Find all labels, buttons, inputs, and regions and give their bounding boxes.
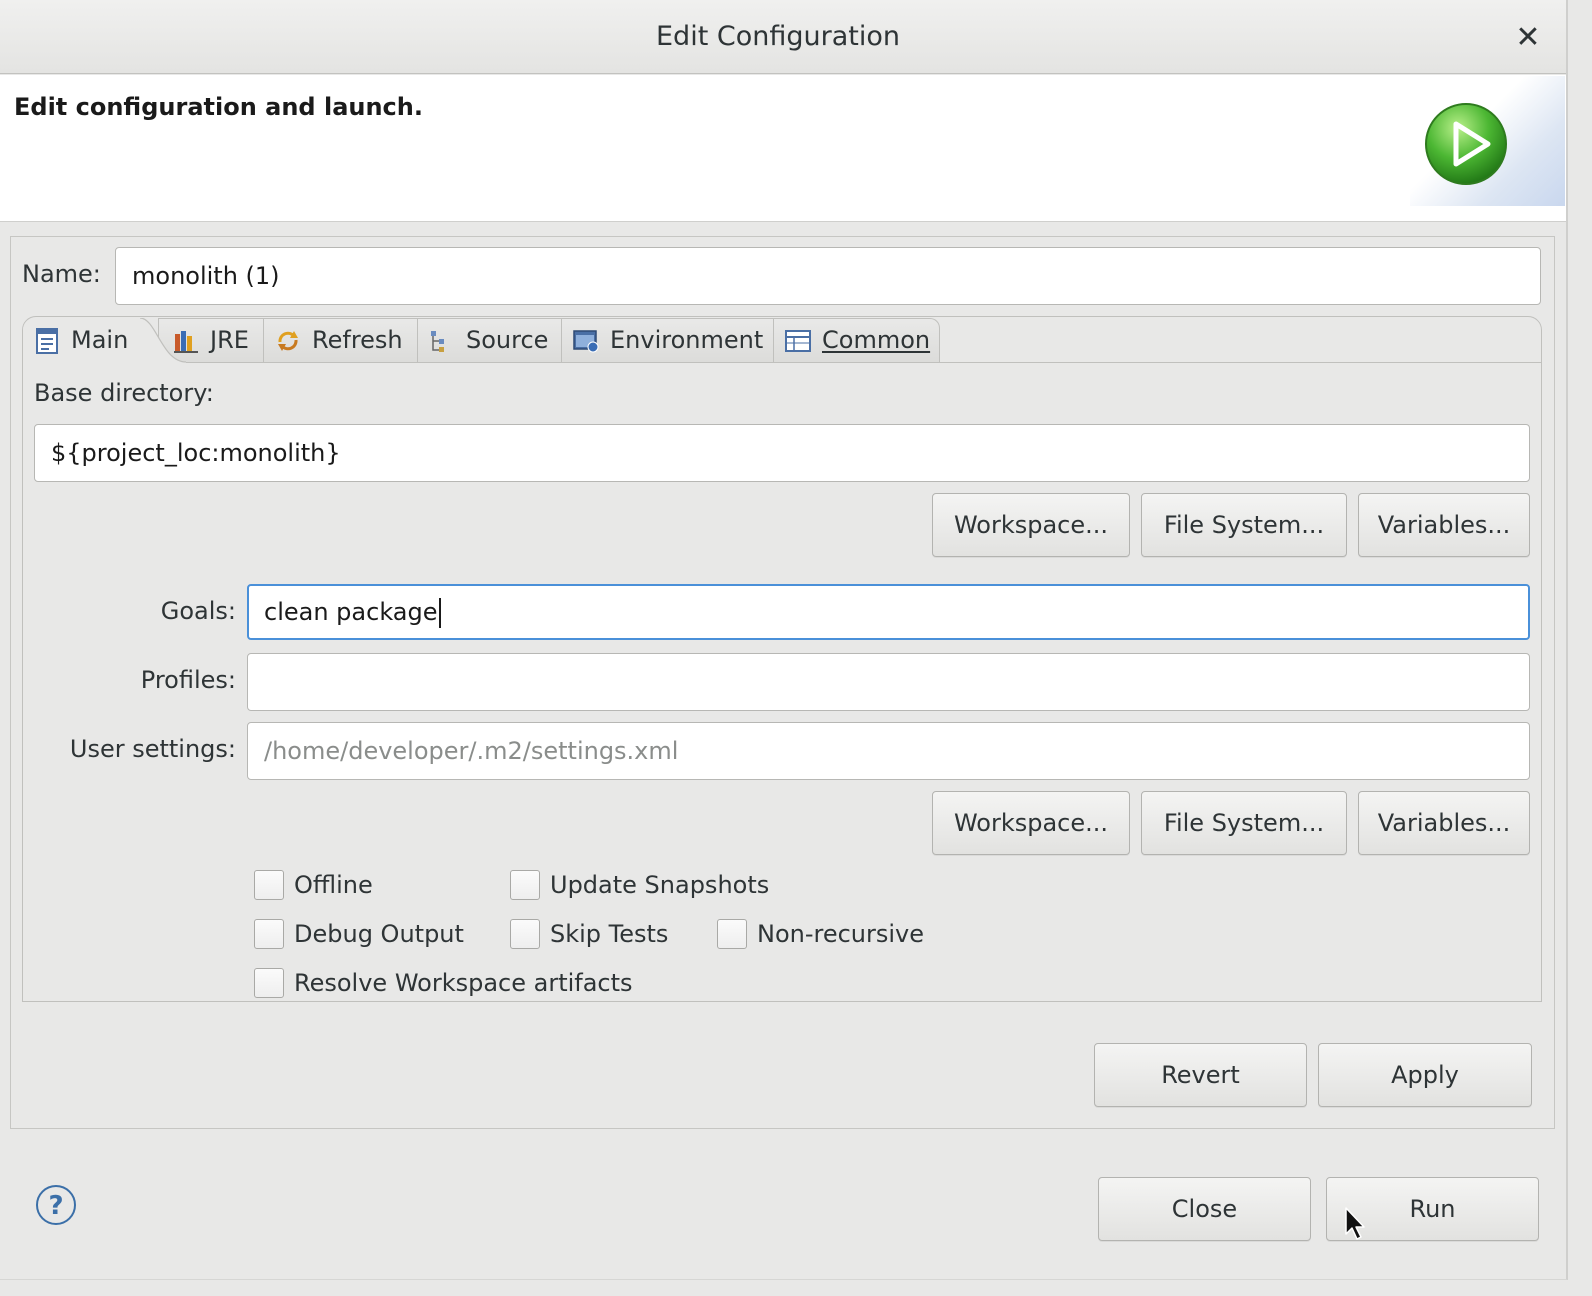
apply-button[interactable]: Apply <box>1318 1043 1532 1107</box>
tab-main[interactable]: Main <box>23 318 145 364</box>
base-filesystem-button[interactable]: File System... <box>1141 493 1347 557</box>
non-recursive-label: Non-recursive <box>757 920 925 948</box>
source-icon <box>431 331 444 352</box>
tab-main-edge <box>140 318 186 363</box>
skip-tests-label: Skip Tests <box>550 920 669 948</box>
run-play-icon <box>1425 103 1507 185</box>
name-field[interactable]: monolith (1) <box>115 247 1541 305</box>
settings-variables-button[interactable]: Variables... <box>1358 791 1530 855</box>
profiles-field[interactable] <box>247 653 1530 711</box>
base-directory-label: Base directory: <box>34 379 214 407</box>
mouse-pointer-icon <box>1345 1207 1365 1240</box>
goals-label: Goals: <box>160 597 236 625</box>
profiles-label: Profiles: <box>140 666 236 694</box>
tab-jre-label: JRE <box>210 326 249 354</box>
tab-common-label: Common <box>822 326 931 354</box>
banner-message: Edit configuration and launch. <box>14 93 423 121</box>
name-label: Name: <box>22 260 101 288</box>
resolve-workspace-checkbox[interactable] <box>254 968 284 998</box>
resolve-workspace-label: Resolve Workspace artifacts <box>294 969 633 997</box>
environment-icon <box>573 330 599 353</box>
revert-button[interactable]: Revert <box>1094 1043 1307 1107</box>
main-tab-icon <box>36 328 58 354</box>
base-workspace-button[interactable]: Workspace... <box>932 493 1130 557</box>
base-variables-button[interactable]: Variables... <box>1358 493 1530 557</box>
tab-main-label: Main <box>71 326 129 354</box>
update-snapshots-label: Update Snapshots <box>550 871 770 899</box>
non-recursive-checkbox[interactable] <box>717 919 747 949</box>
common-icon <box>785 330 811 352</box>
tab-common[interactable]: Common <box>774 318 940 363</box>
user-settings-field[interactable]: /home/developer/.m2/settings.xml <box>247 722 1530 780</box>
window-title: Edit Configuration <box>656 21 900 52</box>
close-button[interactable]: Close <box>1098 1177 1311 1241</box>
debug-output-label: Debug Output <box>294 920 464 948</box>
tab-source-label: Source <box>466 326 549 354</box>
settings-workspace-button[interactable]: Workspace... <box>932 791 1130 855</box>
tab-refresh[interactable]: Refresh <box>264 318 418 363</box>
help-icon[interactable]: ? <box>36 1185 76 1225</box>
goals-value: clean package <box>264 598 438 626</box>
tab-environment-label: Environment <box>610 326 764 354</box>
offline-checkbox[interactable] <box>254 870 284 900</box>
goals-field[interactable]: clean package <box>247 584 1530 640</box>
debug-output-checkbox[interactable] <box>254 919 284 949</box>
update-snapshots-checkbox[interactable] <box>510 870 540 900</box>
base-directory-field[interactable]: ${project_loc:monolith} <box>34 424 1530 482</box>
user-settings-label: User settings: <box>69 735 236 763</box>
close-icon[interactable]: ✕ <box>1508 18 1548 58</box>
offline-label: Offline <box>294 871 373 899</box>
text-caret <box>438 598 441 628</box>
settings-filesystem-button[interactable]: File System... <box>1141 791 1347 855</box>
tab-source[interactable]: Source <box>418 318 562 363</box>
tab-refresh-label: Refresh <box>312 326 403 354</box>
skip-tests-checkbox[interactable] <box>510 919 540 949</box>
refresh-icon <box>278 331 298 351</box>
tab-environment[interactable]: Environment <box>562 318 774 363</box>
